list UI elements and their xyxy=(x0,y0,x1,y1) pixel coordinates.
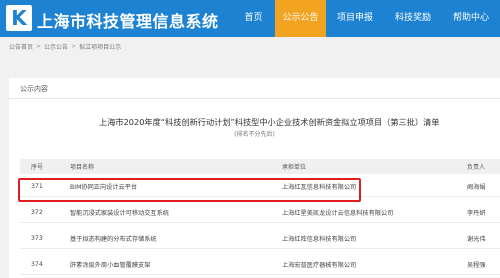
row-number: 372 xyxy=(31,208,43,216)
row-number: 374 xyxy=(31,260,43,268)
panel-divider xyxy=(9,98,500,99)
row-unit: 上海红瓦信息科技有限公司 xyxy=(282,183,357,191)
row-lead: 阙海娟 xyxy=(467,183,486,191)
row-project-name: 基于拟态构建的分布式存储系统 xyxy=(70,235,157,243)
nav-item-project-application[interactable]: 项目申报 xyxy=(326,0,384,37)
row-project-name: BIM协同正向设计云平台 xyxy=(70,183,138,191)
nav-item-announcements[interactable]: 公示公告 xyxy=(275,0,326,37)
site-header: K 上海市科技管理信息系统 首页 公示公告 项目申报 科技奖励 帮助中心 xyxy=(0,0,500,37)
row-unit: 上海宏普医疗器械有限公司 xyxy=(282,261,357,269)
table-row[interactable]: 372 智能沉浸式家装设计可移动交互系统 上海红星美凯龙设计云信息科技有限公司 … xyxy=(20,202,500,223)
announcement-panel: 公示内容 上海市2020年度“科技创新行动计划”科技型中小企业技术创新资金拟立项… xyxy=(9,78,500,278)
main-nav: 首页 公示公告 项目申报 科技奖励 帮助中心 xyxy=(232,0,500,37)
row-number: 371 xyxy=(31,182,43,190)
nav-item-home[interactable]: 首页 xyxy=(232,0,275,37)
row-lead: 李丹妍 xyxy=(467,209,486,217)
column-header-project-name: 项目名称 xyxy=(70,164,95,171)
document-subtitle: (排名不分先后) xyxy=(234,131,275,138)
column-header-number: 序号 xyxy=(31,164,44,171)
column-header-lead: 负责人 xyxy=(467,164,486,171)
table-row[interactable]: 371 BIM协同正向设计云平台 上海红瓦信息科技有限公司 阙海娟 xyxy=(20,176,500,197)
breadcrumb: 公告首页 > 公示公告 > 拟立项项目公示 xyxy=(9,42,121,51)
row-unit: 上海红星美凯龙设计云信息科技有限公司 xyxy=(282,209,394,217)
chevron-right-icon: > xyxy=(36,43,42,50)
nav-item-awards[interactable]: 科技奖励 xyxy=(384,0,442,37)
row-project-name: 智能沉浸式家装设计可移动交互系统 xyxy=(70,209,169,217)
row-lead: 吴程强 xyxy=(467,261,486,269)
breadcrumb-item-current: 拟立项项目公示 xyxy=(79,44,122,51)
row-number: 373 xyxy=(31,234,43,242)
panel-title: 公示内容 xyxy=(20,85,48,93)
row-unit: 上海红阵信息科技有限公司 xyxy=(282,235,357,243)
table-row[interactable]: 373 基于拟态构建的分布式存储系统 上海红阵信息科技有限公司 谢光伟 xyxy=(20,228,500,249)
nav-item-help[interactable]: 帮助中心 xyxy=(442,0,500,37)
column-header-unit: 承担单位 xyxy=(282,164,307,171)
breadcrumb-item-announcements[interactable]: 公示公告 xyxy=(44,42,68,51)
chevron-right-icon: > xyxy=(71,43,77,50)
table-row[interactable]: 374 肝素涂层外周小血管覆膜支架 上海宏普医疗器械有限公司 吴程强 xyxy=(20,254,500,275)
row-lead: 谢光伟 xyxy=(467,235,486,243)
document-title: 上海市2020年度“科技创新行动计划”科技型中小企业技术创新资金拟立项项目（第三… xyxy=(99,117,440,127)
table-header: 序号 项目名称 承担单位 负责人 xyxy=(20,159,500,174)
site-title[interactable]: 上海市科技管理信息系统 xyxy=(37,8,219,32)
site-logo[interactable]: K xyxy=(6,5,32,31)
row-project-name: 肝素涂层外周小血管覆膜支架 xyxy=(70,261,151,269)
breadcrumb-item-home[interactable]: 公告首页 xyxy=(9,42,33,51)
